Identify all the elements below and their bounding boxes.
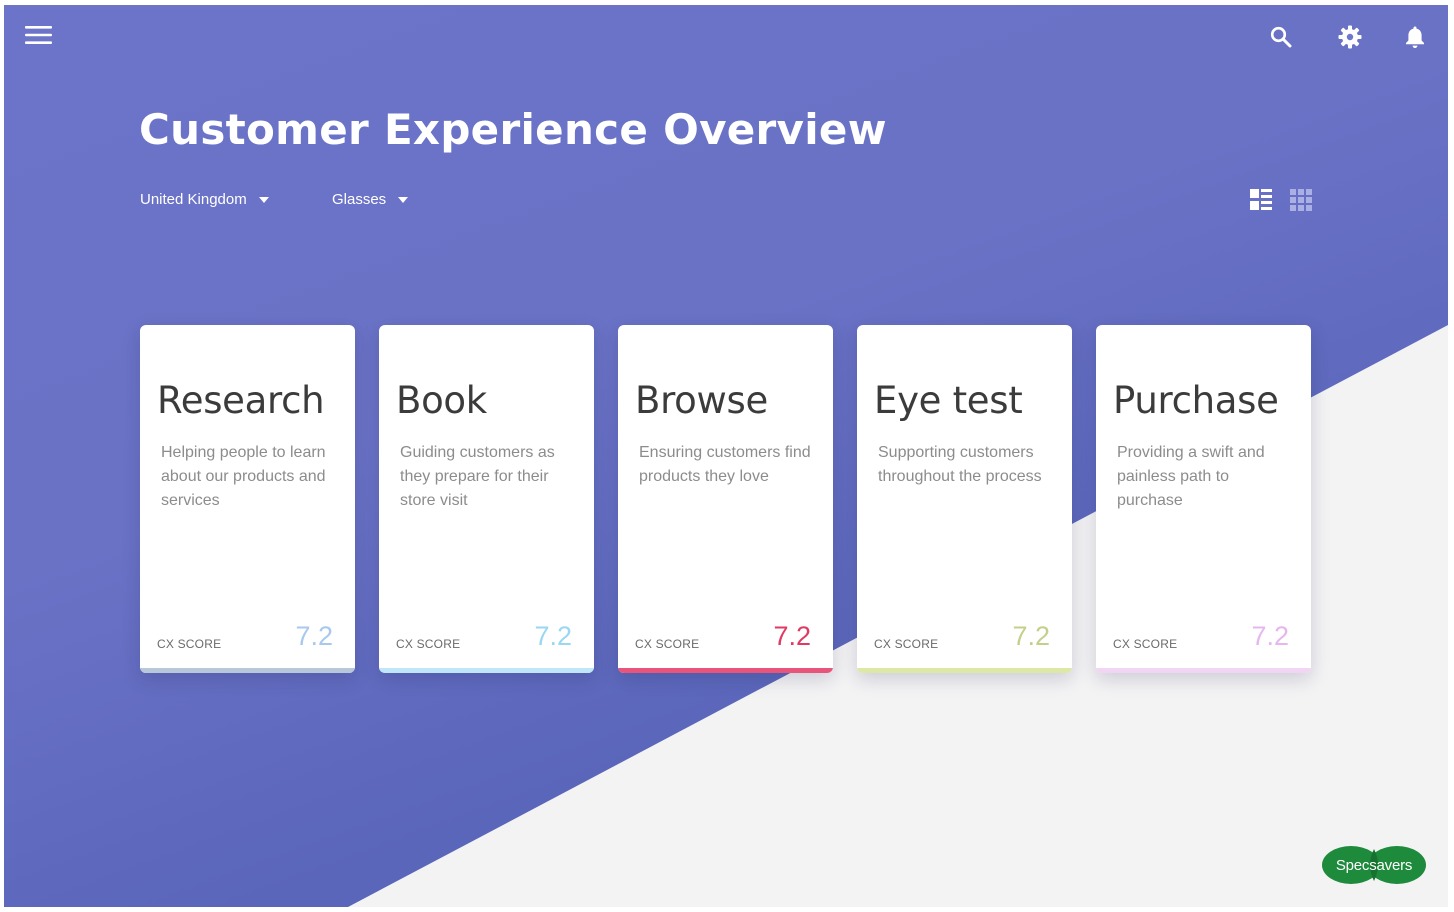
cx-score-value: 7.2 <box>534 621 572 651</box>
card-title: Browse <box>635 379 768 422</box>
list-view-icon[interactable] <box>1243 182 1279 218</box>
product-dropdown[interactable]: Glasses <box>332 191 409 208</box>
cx-score-label: CX SCORE <box>1113 637 1178 651</box>
card-description: Ensuring customers find products they lo… <box>639 444 811 485</box>
app-screen: Customer Experience Overview United King… <box>4 5 1448 907</box>
cx-score-label: CX SCORE <box>874 637 939 651</box>
card-title: Research <box>157 379 325 422</box>
gear-icon[interactable] <box>1332 19 1368 55</box>
card-description: Providing a swift and painless path to p… <box>1117 444 1265 509</box>
card-accent-bar <box>379 668 594 673</box>
card-title: Book <box>396 379 487 422</box>
card-research[interactable]: Research Helping people to learn about o… <box>140 325 355 673</box>
card-description: Supporting customers throughout the proc… <box>878 444 1042 485</box>
card-accent-bar <box>140 668 355 673</box>
search-icon[interactable] <box>1263 19 1299 55</box>
chevron-down-icon <box>258 196 269 203</box>
cx-score-value: 7.2 <box>773 621 811 651</box>
card-title: Purchase <box>1113 379 1279 422</box>
card-book[interactable]: Book Guiding customers as they prepare f… <box>379 325 594 673</box>
card-browse[interactable]: Browse Ensuring customers find products … <box>618 325 833 673</box>
card-description: Guiding customers as they prepare for th… <box>400 444 555 509</box>
chevron-down-icon <box>398 196 409 203</box>
card-accent-bar <box>857 668 1072 673</box>
cx-score-value: 7.2 <box>295 621 333 651</box>
cx-score-label: CX SCORE <box>396 637 461 651</box>
card-eye-test[interactable]: Eye test Supporting customers throughout… <box>857 325 1072 673</box>
logo-text: Specsavers <box>1335 856 1413 874</box>
grid-view-icon[interactable] <box>1283 182 1319 218</box>
cx-score-value: 7.2 <box>1012 621 1050 651</box>
specsavers-logo: Specsavers <box>1322 843 1426 887</box>
product-dropdown-label: Glasses <box>332 191 387 208</box>
country-dropdown[interactable]: United Kingdom <box>140 191 269 208</box>
cx-score-label: CX SCORE <box>635 637 700 651</box>
card-purchase[interactable]: Purchase Providing a swift and painless … <box>1096 325 1311 673</box>
hamburger-menu-icon[interactable] <box>20 17 56 53</box>
bell-icon[interactable] <box>1397 19 1433 55</box>
card-title: Eye test <box>874 379 1023 422</box>
country-dropdown-label: United Kingdom <box>140 191 247 208</box>
page-title: Customer Experience Overview <box>139 105 887 154</box>
card-accent-bar <box>1096 668 1311 673</box>
card-accent-bar <box>618 668 833 673</box>
card-description: Helping people to learn about our produc… <box>161 444 326 509</box>
cx-score-label: CX SCORE <box>157 637 222 651</box>
cx-score-value: 7.2 <box>1251 621 1289 651</box>
